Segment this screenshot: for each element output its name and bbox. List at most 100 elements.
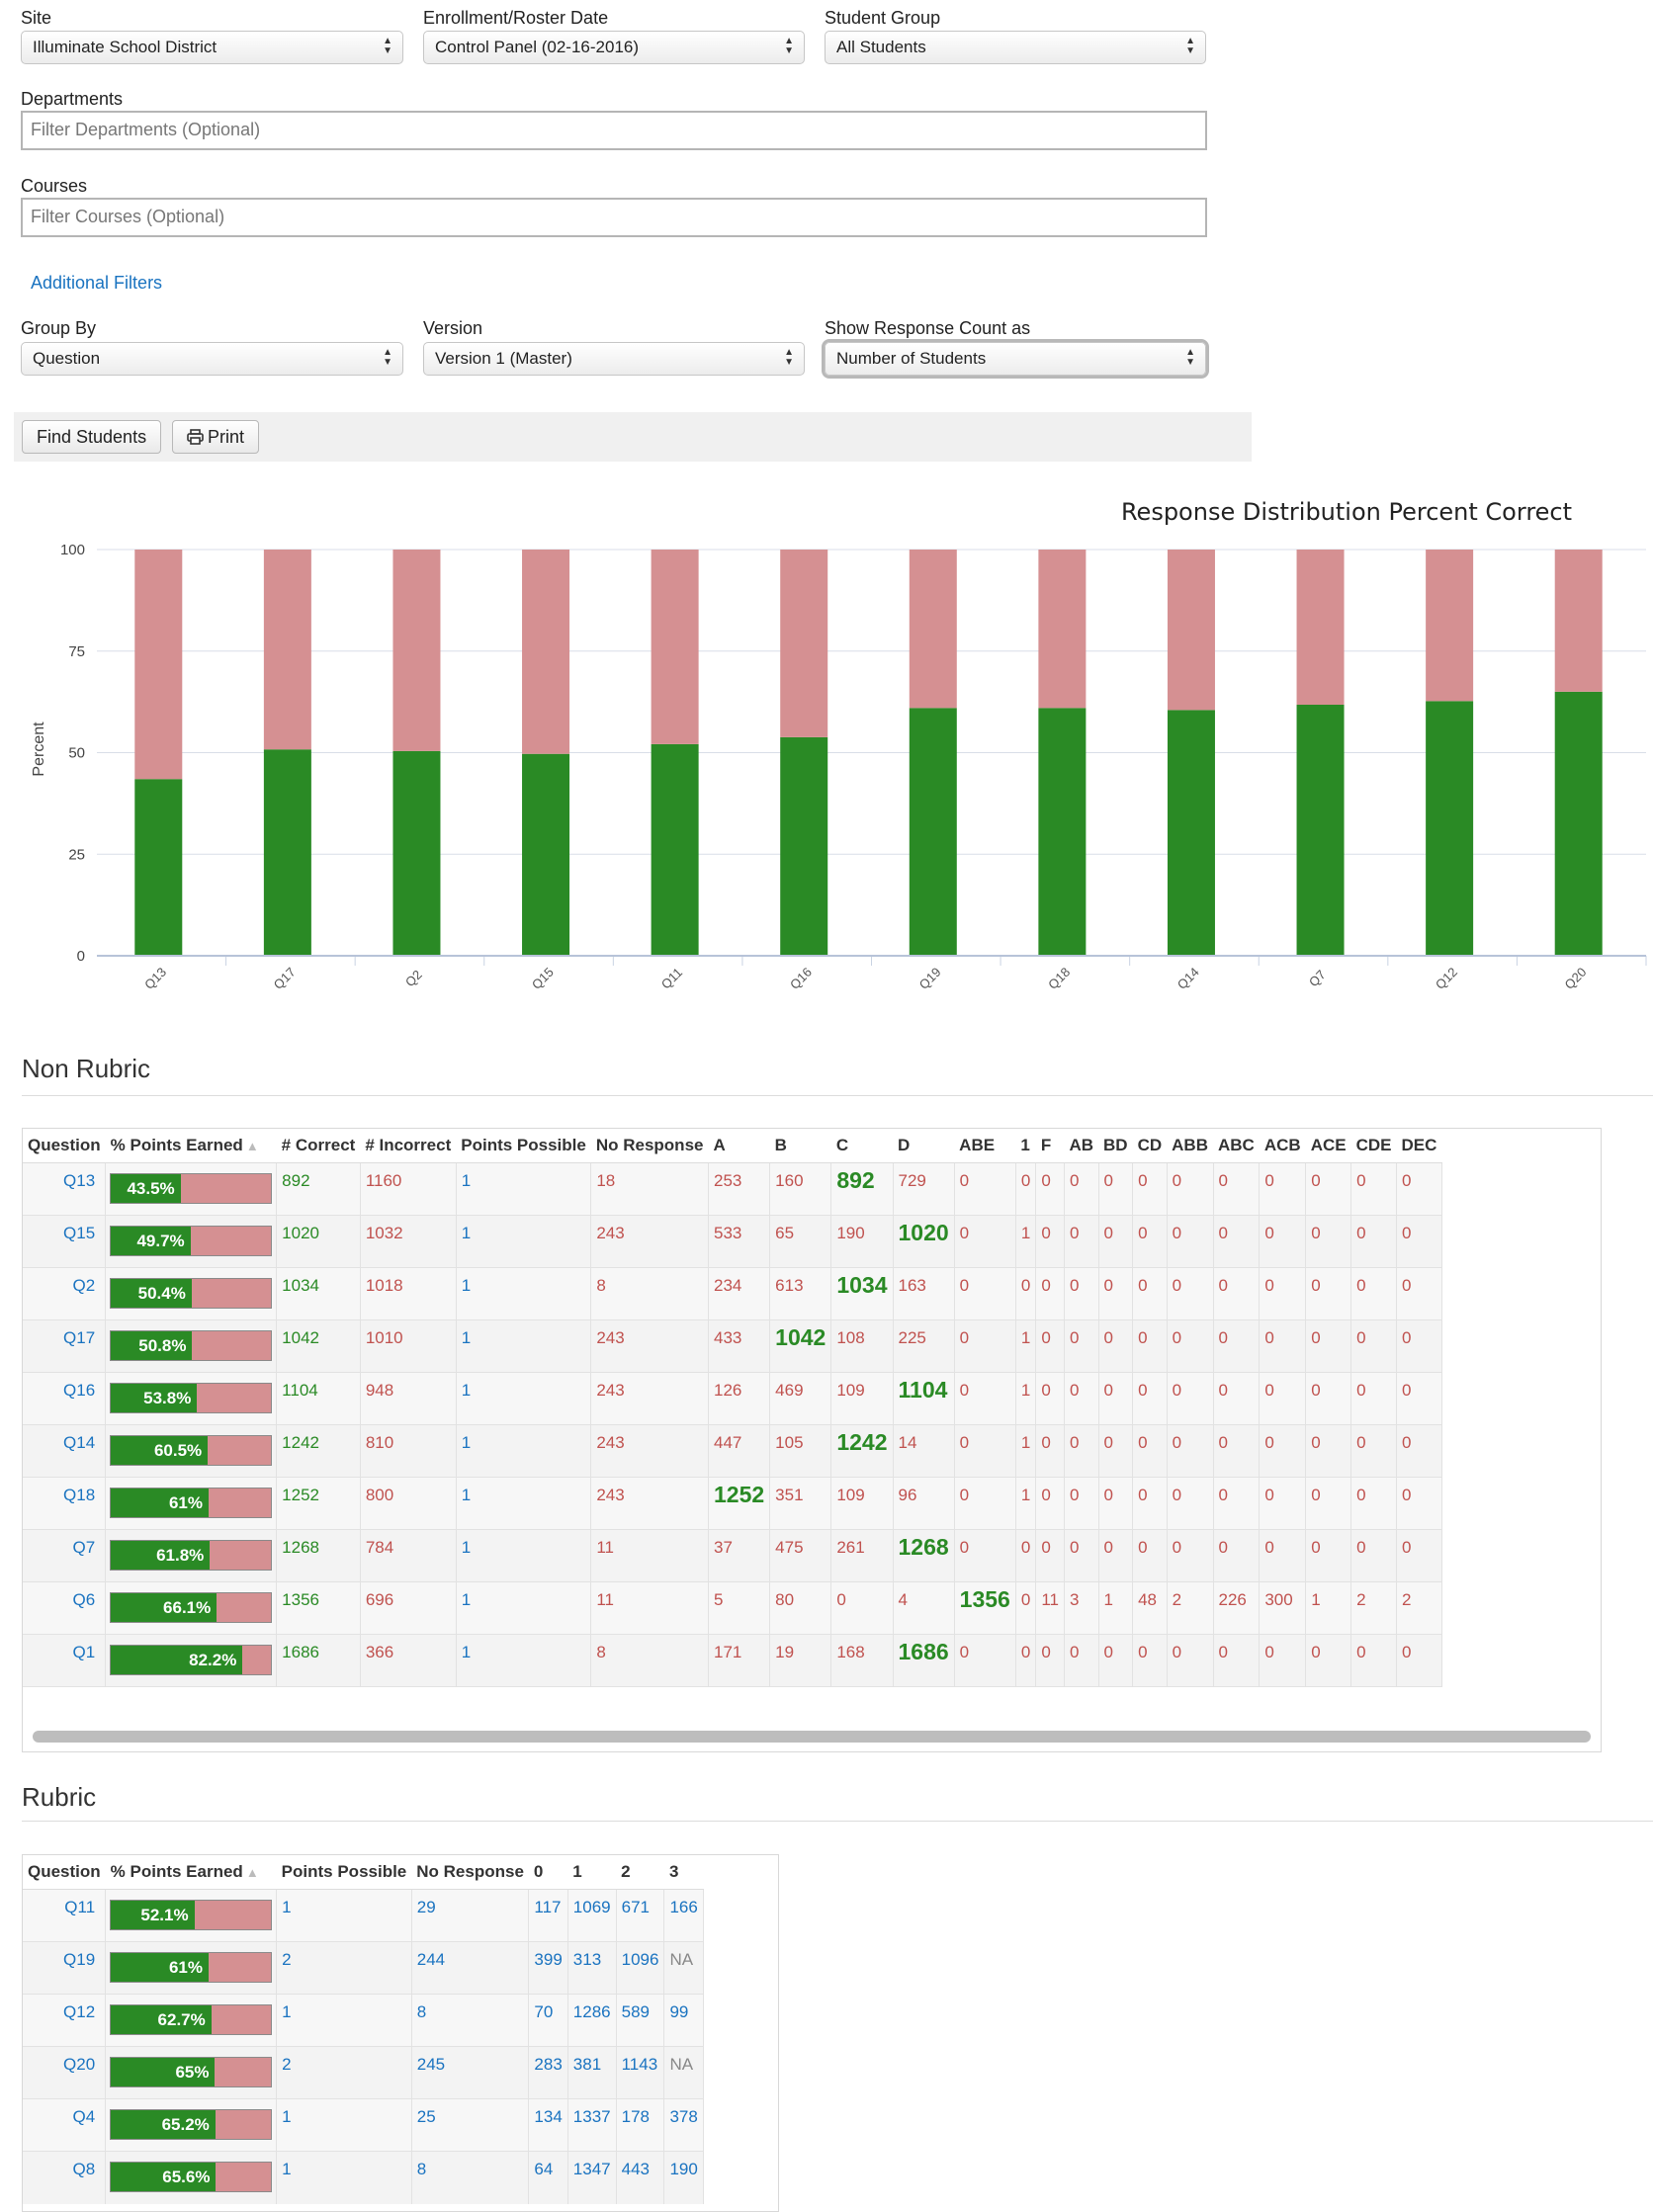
response-count: 0 <box>1167 1529 1214 1582</box>
bar-correct-q12[interactable] <box>1426 701 1474 956</box>
column-header[interactable]: 0 <box>528 1855 568 1890</box>
response-count: 0 <box>954 1215 1016 1268</box>
bar-incorrect-q11[interactable] <box>651 550 699 744</box>
column-header[interactable]: D <box>893 1129 955 1163</box>
column-header[interactable]: # Correct <box>276 1129 361 1163</box>
column-header[interactable]: Points Possible <box>456 1129 591 1163</box>
bar-correct-q2[interactable] <box>392 750 441 956</box>
column-header[interactable]: # Incorrect <box>360 1129 457 1163</box>
response-count: 447 <box>708 1424 771 1478</box>
bar-correct-q15[interactable] <box>522 753 570 956</box>
print-button[interactable]: Print <box>172 420 260 454</box>
question-link[interactable]: Q1 <box>23 1634 107 1687</box>
question-link[interactable]: Q15 <box>23 1215 107 1268</box>
column-header[interactable]: ABE <box>954 1129 1016 1163</box>
bar-correct-q7[interactable] <box>1296 705 1345 956</box>
column-header[interactable]: ACB <box>1259 1129 1306 1163</box>
horizontal-scrollbar[interactable] <box>33 1731 1591 1743</box>
points-earned-text: 65% <box>175 2063 210 2082</box>
column-header[interactable]: 1 <box>1015 1129 1036 1163</box>
table-row: Q12 62.7% 1 8 70 1286 589 99 <box>23 1994 704 2047</box>
bar-incorrect-q16[interactable] <box>780 550 828 737</box>
bar-correct-q17[interactable] <box>263 749 311 956</box>
response-count: 0 <box>1305 1424 1352 1478</box>
question-link[interactable]: Q13 <box>23 1162 107 1216</box>
column-header[interactable]: % Points Earned ▲ <box>105 1129 277 1163</box>
column-header[interactable]: ACE <box>1305 1129 1351 1163</box>
column-header[interactable]: BD <box>1098 1129 1133 1163</box>
response-count: 163 <box>893 1267 955 1320</box>
column-header[interactable]: B <box>769 1129 831 1163</box>
response-count: 0 <box>1015 1529 1037 1582</box>
question-link[interactable]: Q18 <box>23 1477 107 1530</box>
column-header[interactable]: ABC <box>1213 1129 1260 1163</box>
question-link[interactable]: Q8 <box>23 2151 107 2204</box>
column-header[interactable]: Question <box>23 1855 106 1890</box>
question-link[interactable]: Q19 <box>23 1941 107 1995</box>
question-link[interactable]: Q14 <box>23 1424 107 1478</box>
column-header[interactable]: DEC <box>1396 1129 1442 1163</box>
column-header[interactable]: % Points Earned ▲ <box>105 1855 277 1890</box>
column-header[interactable]: No Response <box>411 1855 529 1890</box>
question-link[interactable]: Q12 <box>23 1994 107 2047</box>
student-group-select[interactable]: All Students ▲ ▼ <box>825 31 1206 64</box>
correct-count: 1252 <box>276 1477 361 1530</box>
question-link[interactable]: Q2 <box>23 1267 107 1320</box>
bar-incorrect-q13[interactable] <box>134 550 183 780</box>
column-header[interactable]: A <box>708 1129 770 1163</box>
score-count: 378 <box>663 2098 704 2152</box>
column-header[interactable]: 1 <box>567 1855 617 1890</box>
column-header[interactable]: CDE <box>1350 1129 1397 1163</box>
site-select[interactable]: Illuminate School District ▲ ▼ <box>21 31 403 64</box>
bar-incorrect-q17[interactable] <box>263 550 311 750</box>
x-tick-label: Q19 <box>916 965 944 992</box>
question-link[interactable]: Q6 <box>23 1581 107 1635</box>
bar-incorrect-q12[interactable] <box>1426 550 1474 702</box>
column-header[interactable]: F <box>1035 1129 1065 1163</box>
bar-incorrect-q15[interactable] <box>522 550 570 754</box>
version-select[interactable]: Version 1 (Master) ▲ ▼ <box>423 342 805 376</box>
bar-incorrect-q14[interactable] <box>1167 550 1215 711</box>
bar-incorrect-q18[interactable] <box>1038 550 1087 709</box>
find-students-button[interactable]: Find Students <box>22 420 162 454</box>
correct-answer-count: 1042 <box>769 1319 832 1373</box>
question-link[interactable]: Q11 <box>23 1889 107 1942</box>
correct-count: 1020 <box>276 1215 361 1268</box>
departments-input[interactable]: Filter Departments (Optional) <box>21 111 1207 150</box>
column-header[interactable]: No Response <box>590 1129 709 1163</box>
bar-correct-q13[interactable] <box>134 779 183 956</box>
courses-input[interactable]: Filter Courses (Optional) <box>21 198 1207 237</box>
response-count: 2 <box>1396 1581 1442 1635</box>
group-by-select[interactable]: Question ▲ ▼ <box>21 342 403 376</box>
enrollment-select[interactable]: Control Panel (02-16-2016) ▲ ▼ <box>423 31 805 64</box>
find-students-label: Find Students <box>37 427 147 447</box>
bar-correct-q16[interactable] <box>780 736 828 956</box>
bar-correct-q11[interactable] <box>651 743 699 956</box>
bar-incorrect-q2[interactable] <box>392 550 441 751</box>
column-header[interactable]: C <box>830 1129 893 1163</box>
bar-correct-q19[interactable] <box>909 708 957 956</box>
response-count: 1 <box>1305 1581 1352 1635</box>
question-link[interactable]: Q20 <box>23 2046 107 2099</box>
bar-correct-q18[interactable] <box>1038 708 1087 956</box>
column-header[interactable]: Question <box>23 1129 106 1163</box>
response-count: 0 <box>1015 1634 1037 1687</box>
question-link[interactable]: Q4 <box>23 2098 107 2152</box>
question-link[interactable]: Q17 <box>23 1319 107 1373</box>
additional-filters-link[interactable]: Additional Filters <box>31 273 162 294</box>
bar-incorrect-q19[interactable] <box>909 550 957 709</box>
column-header[interactable]: 2 <box>616 1855 664 1890</box>
column-header[interactable]: CD <box>1132 1129 1168 1163</box>
bar-correct-q14[interactable] <box>1167 710 1215 956</box>
column-header[interactable]: AB <box>1064 1129 1099 1163</box>
column-header[interactable]: ABB <box>1167 1129 1213 1163</box>
bar-incorrect-q7[interactable] <box>1296 550 1345 706</box>
question-link[interactable]: Q7 <box>23 1529 107 1582</box>
question-link[interactable]: Q16 <box>23 1372 107 1425</box>
column-header[interactable]: Points Possible <box>276 1855 412 1890</box>
response-count-select[interactable]: Number of Students ▲ ▼ <box>825 342 1206 376</box>
bar-correct-q20[interactable] <box>1554 691 1603 956</box>
column-header[interactable]: 3 <box>663 1855 704 1890</box>
response-count: 0 <box>1350 1424 1397 1478</box>
bar-incorrect-q20[interactable] <box>1554 550 1603 692</box>
